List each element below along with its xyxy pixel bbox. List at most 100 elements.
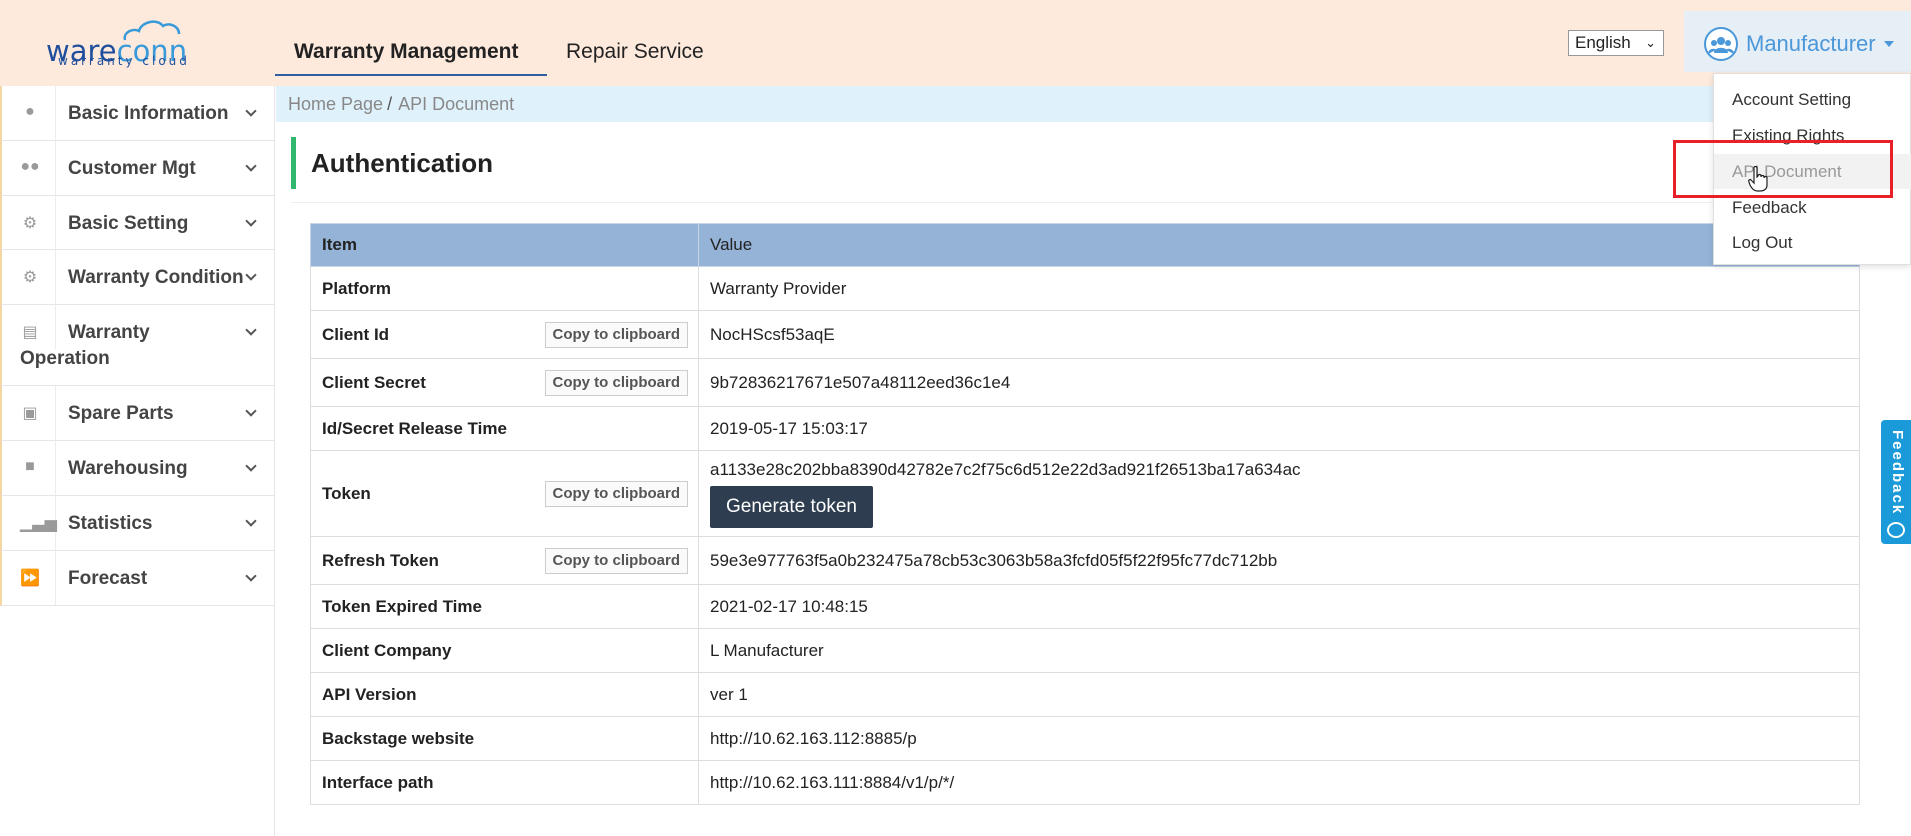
breadcrumb: Home Page / API Document: [276, 86, 1911, 122]
sidebar-item-label: Forecast: [68, 568, 148, 589]
breadcrumb-home[interactable]: Home Page: [288, 94, 383, 114]
chevron-down-icon: [245, 160, 257, 172]
row-key-label: Client Secret: [322, 372, 426, 392]
table-row: Platform Warranty Provider: [310, 266, 1860, 311]
row-key: Interface path: [310, 760, 699, 805]
copy-client-id-button[interactable]: Copy to clipboard: [544, 321, 688, 348]
generate-token-button[interactable]: Generate token: [710, 485, 873, 528]
chevron-down-icon: [245, 515, 257, 527]
sidebar-item-basic-setting[interactable]: ⚙ Basic Setting: [0, 196, 274, 250]
sidebar-item-basic-information[interactable]: ● Basic Information: [0, 86, 274, 141]
column-header-item: Item: [310, 223, 699, 267]
sidebar-item-label: Spare Parts: [68, 403, 174, 424]
bar-chart-icon: ▁▃▅: [20, 515, 57, 532]
user-menu-toggle[interactable]: Manufacturer: [1684, 11, 1911, 72]
row-key: Client Company: [310, 628, 699, 673]
copy-token-button[interactable]: Copy to clipboard: [544, 480, 688, 507]
wareconn-logo[interactable]: wareconn warranty cloud: [46, 18, 206, 70]
chevron-down-icon: [245, 570, 257, 582]
sidebar-item-customer-mgt[interactable]: ●● Customer Mgt: [0, 141, 274, 196]
hand-cursor-icon: [1748, 166, 1768, 192]
token-value: a1133e28c202bba8390d42782e7c2f75c6d512e2…: [710, 459, 1301, 479]
gear-icon: ⚙: [22, 269, 38, 286]
row-value: 2021-02-17 10:48:15: [698, 584, 1860, 629]
row-value: ver 1: [698, 672, 1860, 717]
row-key: API Version: [310, 672, 699, 717]
menu-item-account-setting[interactable]: Account Setting: [1714, 82, 1911, 117]
sidebar-item-label: Customer Mgt: [68, 158, 196, 179]
logo-subtitle: warranty cloud: [58, 54, 190, 68]
chevron-down-icon: [245, 405, 257, 417]
table-row: Token Expired Time 2021-02-17 10:48:15: [310, 584, 1860, 629]
chevron-down-icon: [245, 215, 257, 227]
sidebar-item-label: Warehousing: [68, 458, 188, 479]
row-value: L Manufacturer: [698, 628, 1860, 673]
highlight-annotation-box: [1673, 140, 1893, 198]
sidebar-item-forecast[interactable]: ⏩ Forecast: [0, 551, 274, 606]
row-value: Warranty Provider: [698, 266, 1860, 311]
row-value: NocHScsf53aqE: [698, 310, 1860, 359]
feedback-tab-label: Feedback: [1889, 430, 1906, 516]
title-divider: [291, 202, 1911, 203]
table-row: Interface path http://10.62.163.111:8884…: [310, 760, 1860, 805]
chevron-down-icon: [245, 105, 257, 117]
row-value: http://10.62.163.112:8885/p: [698, 716, 1860, 761]
table-row: Client Secret Copy to clipboard 9b728362…: [310, 358, 1860, 407]
table-row: Client Company L Manufacturer: [310, 628, 1860, 673]
sidebar-item-label: Statistics: [68, 513, 153, 534]
table-row: Backstage website http://10.62.163.112:8…: [310, 716, 1860, 761]
column-header-value: Value: [698, 223, 1860, 267]
sidebar-item-warehousing[interactable]: ■ Warehousing: [0, 441, 274, 496]
row-key-label: Refresh Token: [322, 550, 439, 570]
truck-icon: ■: [25, 458, 35, 475]
user-name: Manufacturer: [1746, 31, 1876, 56]
sidebar-item-spare-parts[interactable]: ▣ Spare Parts: [0, 386, 274, 441]
chevron-down-icon: [245, 460, 257, 472]
chevron-down-icon: [245, 269, 257, 281]
user-icon: ●: [25, 103, 35, 120]
table-row: Token Copy to clipboard a1133e28c202bba8…: [310, 450, 1860, 537]
table-row: Client Id Copy to clipboard NocHScsf53aq…: [310, 310, 1860, 359]
sidebar-item-label: Basic Information: [68, 103, 229, 124]
sidebar: ● Basic Information ●● Customer Mgt ⚙ Ba…: [0, 86, 275, 836]
cogs-icon: ⚙: [22, 215, 38, 232]
sidebar-item-warranty-condition[interactable]: ⚙ Warranty Condition: [0, 250, 274, 305]
row-key-label: Token: [322, 483, 371, 503]
table-header-row: Item Value: [310, 223, 1860, 267]
sidebar-item-label: Warranty: [68, 322, 150, 343]
row-key-label: Client Id: [322, 324, 390, 344]
sidebar-item-warranty-operation[interactable]: ▤ Warranty Operation: [0, 305, 274, 386]
chevron-down-icon: [245, 324, 257, 336]
user-avatar-icon: [1704, 27, 1738, 61]
authentication-table: Item Value Platform Warranty Provider Cl…: [310, 223, 1860, 805]
row-key: Client Secret Copy to clipboard: [310, 358, 699, 407]
row-key: Id/Secret Release Time: [310, 406, 699, 451]
sidebar-item-statistics[interactable]: ▁▃▅ Statistics: [0, 496, 274, 551]
active-tab-underline: [275, 74, 547, 76]
chevron-down-icon: ⌄: [1645, 35, 1656, 50]
table-row: Refresh Token Copy to clipboard 59e3e977…: [310, 536, 1860, 585]
menu-item-log-out[interactable]: Log Out: [1714, 225, 1911, 260]
top-bar: wareconn warranty cloud Warranty Managem…: [0, 0, 1911, 86]
table-row: API Version ver 1: [310, 672, 1860, 717]
row-key: Platform: [310, 266, 699, 311]
row-value: 9b72836217671e507a48112eed36c1e4: [698, 358, 1860, 407]
row-key: Token Copy to clipboard: [310, 450, 699, 537]
copy-client-secret-button[interactable]: Copy to clipboard: [544, 369, 688, 396]
row-key: Refresh Token Copy to clipboard: [310, 536, 699, 585]
fast-forward-icon: ⏩: [20, 570, 40, 587]
copy-refresh-token-button[interactable]: Copy to clipboard: [544, 547, 688, 574]
language-select[interactable]: English ⌄: [1568, 30, 1664, 56]
document-icon: ▤: [22, 324, 38, 341]
sidebar-item-label-continued: Operation: [20, 348, 110, 369]
tab-repair-service[interactable]: Repair Service: [566, 40, 704, 64]
row-value: 2019-05-17 15:03:17: [698, 406, 1860, 451]
breadcrumb-current: API Document: [398, 94, 515, 114]
sidebar-item-label: Basic Setting: [68, 213, 189, 234]
feedback-side-tab[interactable]: Feedback: [1881, 420, 1911, 544]
users-icon: ●●: [20, 158, 40, 175]
tab-warranty-management[interactable]: Warranty Management: [294, 40, 518, 64]
page-title: Authentication: [291, 137, 493, 189]
row-value: http://10.62.163.111:8884/v1/p/*/: [698, 760, 1860, 805]
row-key: Token Expired Time: [310, 584, 699, 629]
